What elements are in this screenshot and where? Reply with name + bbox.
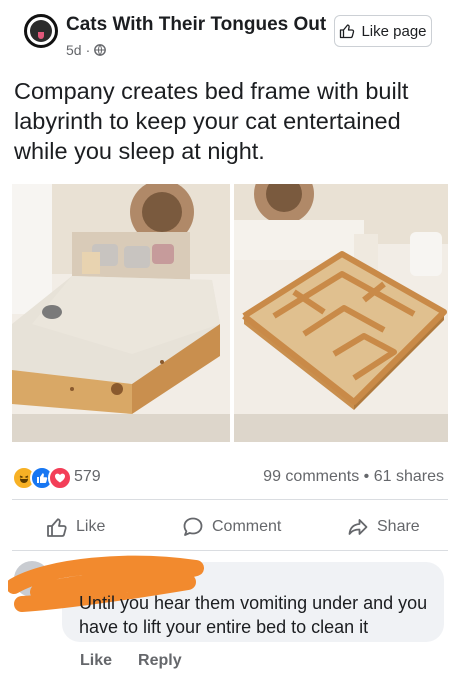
- action-bar: Like Comment Share: [0, 508, 460, 546]
- labyrinth-photo[interactable]: [234, 184, 448, 442]
- comment-actions: Like Reply: [80, 652, 182, 670]
- cat-face-icon: [30, 20, 52, 42]
- share-label: Share: [377, 518, 420, 535]
- comments-count[interactable]: 99 comments: [263, 468, 359, 485]
- reactions-row: 579 99 comments • 61 shares: [0, 462, 460, 490]
- comment-label: Comment: [212, 518, 282, 535]
- comment-button[interactable]: Comment: [182, 508, 281, 546]
- post-text: Company creates bed frame with built lab…: [14, 78, 409, 164]
- reaction-count[interactable]: 579: [74, 468, 101, 486]
- post-meta: 5d ·: [66, 42, 107, 58]
- meta-separator: ·: [85, 42, 91, 58]
- share-button[interactable]: Share: [347, 508, 420, 546]
- page-avatar[interactable]: [24, 14, 58, 48]
- reaction-icons[interactable]: [12, 466, 72, 490]
- divider: [12, 550, 448, 551]
- shares-count[interactable]: 61 shares: [374, 468, 444, 485]
- stats-bullet: •: [363, 468, 370, 485]
- page-name[interactable]: Cats With Their Tongues Out: [66, 14, 326, 36]
- bed-photo[interactable]: [12, 184, 230, 442]
- like-button[interactable]: Like: [46, 508, 105, 546]
- comment-like-button[interactable]: Like: [80, 652, 112, 670]
- like-page-label: Like page: [361, 22, 427, 40]
- share-arrow-icon: [348, 519, 368, 535]
- comment-reply-button[interactable]: Reply: [138, 652, 182, 670]
- thumbs-up-icon: [47, 518, 67, 537]
- labyrinth-illustration: [234, 184, 448, 442]
- globe-icon: [94, 44, 107, 56]
- thumbs-up-icon: [340, 24, 355, 39]
- like-page-button[interactable]: Like page: [334, 15, 432, 47]
- divider: [12, 499, 448, 500]
- post-time[interactable]: 5d: [66, 42, 82, 58]
- engagement-stats: 99 comments • 61 shares: [263, 468, 444, 486]
- like-label: Like: [76, 518, 106, 535]
- bed-frame-illustration: [12, 184, 230, 442]
- comment-bubble-icon: [183, 517, 203, 536]
- comment-text: Until you hear them vomiting under and y…: [79, 593, 428, 637]
- post-header: Cats With Their Tongues Out 5d · Like pa…: [0, 0, 460, 70]
- love-icon: [48, 466, 72, 490]
